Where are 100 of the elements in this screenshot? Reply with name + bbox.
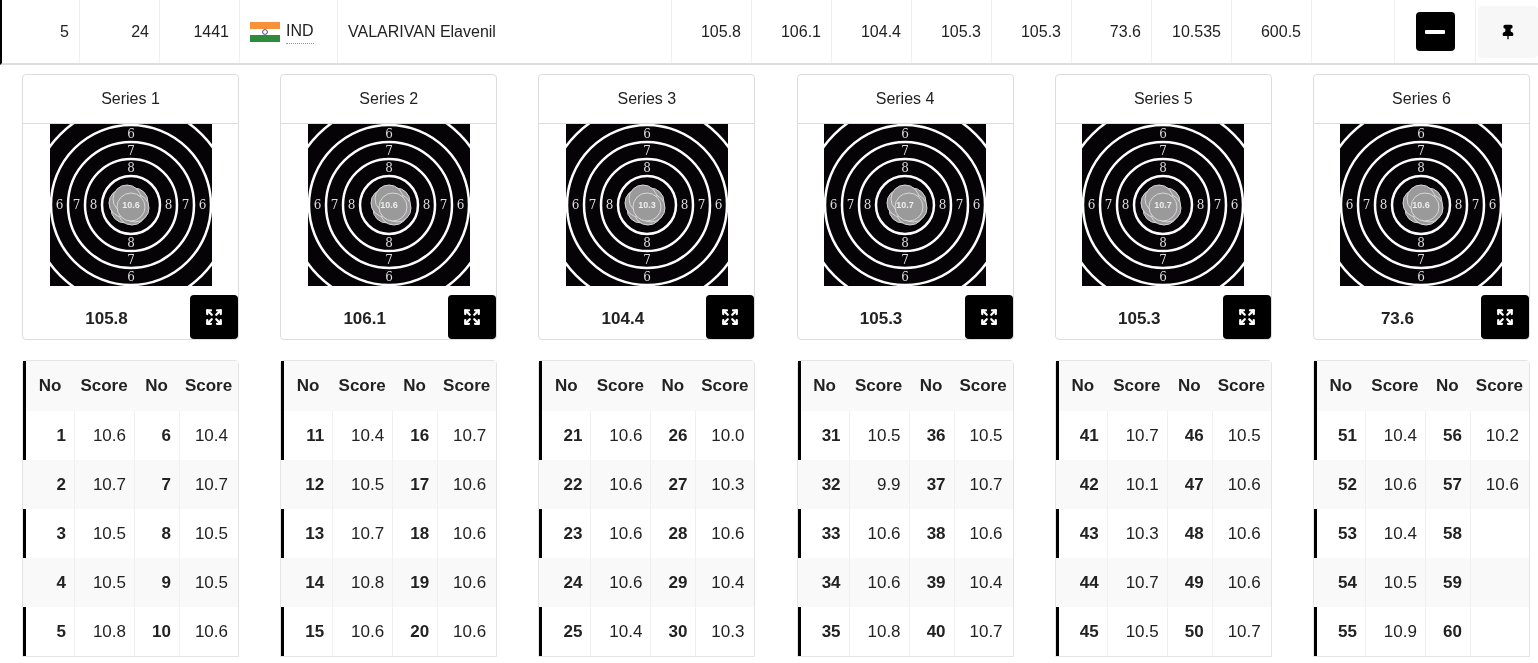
expand-button[interactable] (1222, 295, 1271, 339)
table-cell: 73.6 (1072, 0, 1152, 63)
ring-number: 7 (72, 198, 80, 212)
shot-label: 10.6 (121, 200, 140, 210)
ring-number: 6 (1159, 269, 1168, 284)
shot-number: 3 (55, 522, 67, 545)
ring-number: 7 (1363, 198, 1371, 212)
shot-label: 10.7 (896, 200, 914, 210)
series-score: 104.4 (600, 307, 646, 330)
ring-number: 6 (126, 126, 135, 141)
shot-score: 10.7 (1211, 607, 1271, 656)
athlete-name: VALARIVAN Elavenil (338, 0, 672, 63)
column-header: No (1176, 375, 1202, 398)
expand-button[interactable] (1480, 295, 1529, 339)
ring-number: 8 (1380, 198, 1388, 212)
shot-number: 25 (562, 620, 584, 643)
ring-number: 7 (697, 198, 706, 212)
shot-number: 44 (1078, 571, 1100, 594)
shot-number: 60 (1424, 607, 1470, 656)
ring-number: 6 (1489, 198, 1497, 212)
column-header: No (660, 375, 686, 398)
ring-number: 8 (901, 160, 909, 175)
pin-button[interactable] (1478, 5, 1538, 58)
ring-number: 6 (901, 269, 909, 284)
ring-number: 6 (643, 269, 651, 284)
ring-number: 7 (643, 252, 651, 267)
expand-button[interactable] (448, 295, 497, 339)
shot-number: 42 (1078, 473, 1100, 496)
ring-number: 7 (1159, 252, 1168, 267)
shot-number: 11 (305, 424, 326, 447)
expand-button[interactable] (964, 295, 1013, 339)
shot-number: 4 (55, 571, 67, 594)
ring-number: 6 (456, 198, 464, 212)
shot-number: 1 (55, 424, 67, 447)
ring-number: 6 (1417, 269, 1426, 284)
flag-icon (250, 21, 280, 42)
column-header: No (1328, 375, 1354, 398)
shot-number: 15 (304, 620, 326, 643)
column-header: Score (442, 375, 492, 398)
ring-number: 8 (384, 235, 393, 250)
column-header: Score (337, 375, 387, 398)
ring-number: 8 (1121, 198, 1130, 212)
shot-number: 23 (562, 522, 584, 545)
ring-number: 7 (588, 198, 597, 212)
ring-number: 7 (330, 198, 338, 212)
shot-number: 55 (1337, 620, 1358, 643)
ring-number: 6 (55, 198, 63, 212)
ring-number: 6 (384, 269, 393, 284)
table-cell: 105.8 (672, 0, 752, 63)
shot-number: 54 (1337, 571, 1358, 594)
ring-number: 7 (126, 143, 135, 158)
shot-number: 35 (820, 620, 842, 643)
shot-number: 40 (908, 607, 954, 656)
ring-number: 8 (1159, 160, 1168, 175)
ring-number: 6 (643, 126, 651, 141)
ring-number: 7 (1159, 143, 1168, 158)
table-cell: 10.535 (1152, 0, 1232, 63)
shot-label: 10.7 (1154, 200, 1172, 210)
shot-label: 10.3 (638, 200, 656, 210)
ring-number: 8 (1159, 235, 1168, 250)
table-cell: 104.4 (832, 0, 912, 63)
shot-score: 10.6 (437, 607, 497, 656)
shot-number: 50 (1166, 607, 1212, 656)
ring-number: 6 (1230, 198, 1239, 212)
shot-number: 51 (1337, 424, 1358, 447)
pin-icon (1500, 23, 1516, 40)
shot-score: 10.6 (179, 607, 238, 656)
ring-number: 8 (89, 198, 97, 212)
shot-score: 10.7 (953, 607, 1013, 656)
ring-number: 8 (680, 198, 689, 212)
ring-number: 7 (1472, 198, 1480, 212)
shot-number: 24 (562, 571, 584, 594)
ring-number: 6 (714, 198, 723, 212)
ring-number: 7 (1417, 143, 1426, 158)
shot-score: 10.5 (1106, 607, 1167, 656)
expand-icon (205, 308, 223, 326)
ring-number: 6 (1417, 126, 1426, 141)
ring-number: 7 (955, 198, 964, 212)
series-score: 73.6 (1379, 307, 1415, 330)
table-cell: 106.1 (752, 0, 832, 63)
shot-number: 21 (562, 424, 584, 447)
ring-number: 6 (1087, 198, 1096, 212)
column-header: Score (700, 375, 750, 398)
shot-score: 10.3 (695, 607, 755, 656)
ring-number: 8 (643, 160, 651, 175)
expand-button[interactable] (706, 295, 755, 339)
series-score: 106.1 (342, 307, 387, 330)
column-header: No (144, 375, 169, 398)
ring-number: 8 (863, 198, 872, 212)
shot-number: 22 (562, 473, 584, 496)
ring-number: 8 (605, 198, 614, 212)
expand-button[interactable] (190, 295, 238, 339)
ring-number: 8 (643, 235, 651, 250)
column-header: No (37, 375, 63, 398)
collapse-button[interactable] (1415, 12, 1455, 51)
shot-score: 10.8 (848, 607, 909, 656)
ring-number: 7 (126, 252, 135, 267)
ring-number: 8 (384, 160, 393, 175)
shot-number: 10 (134, 607, 179, 656)
column-header: No (402, 375, 427, 398)
